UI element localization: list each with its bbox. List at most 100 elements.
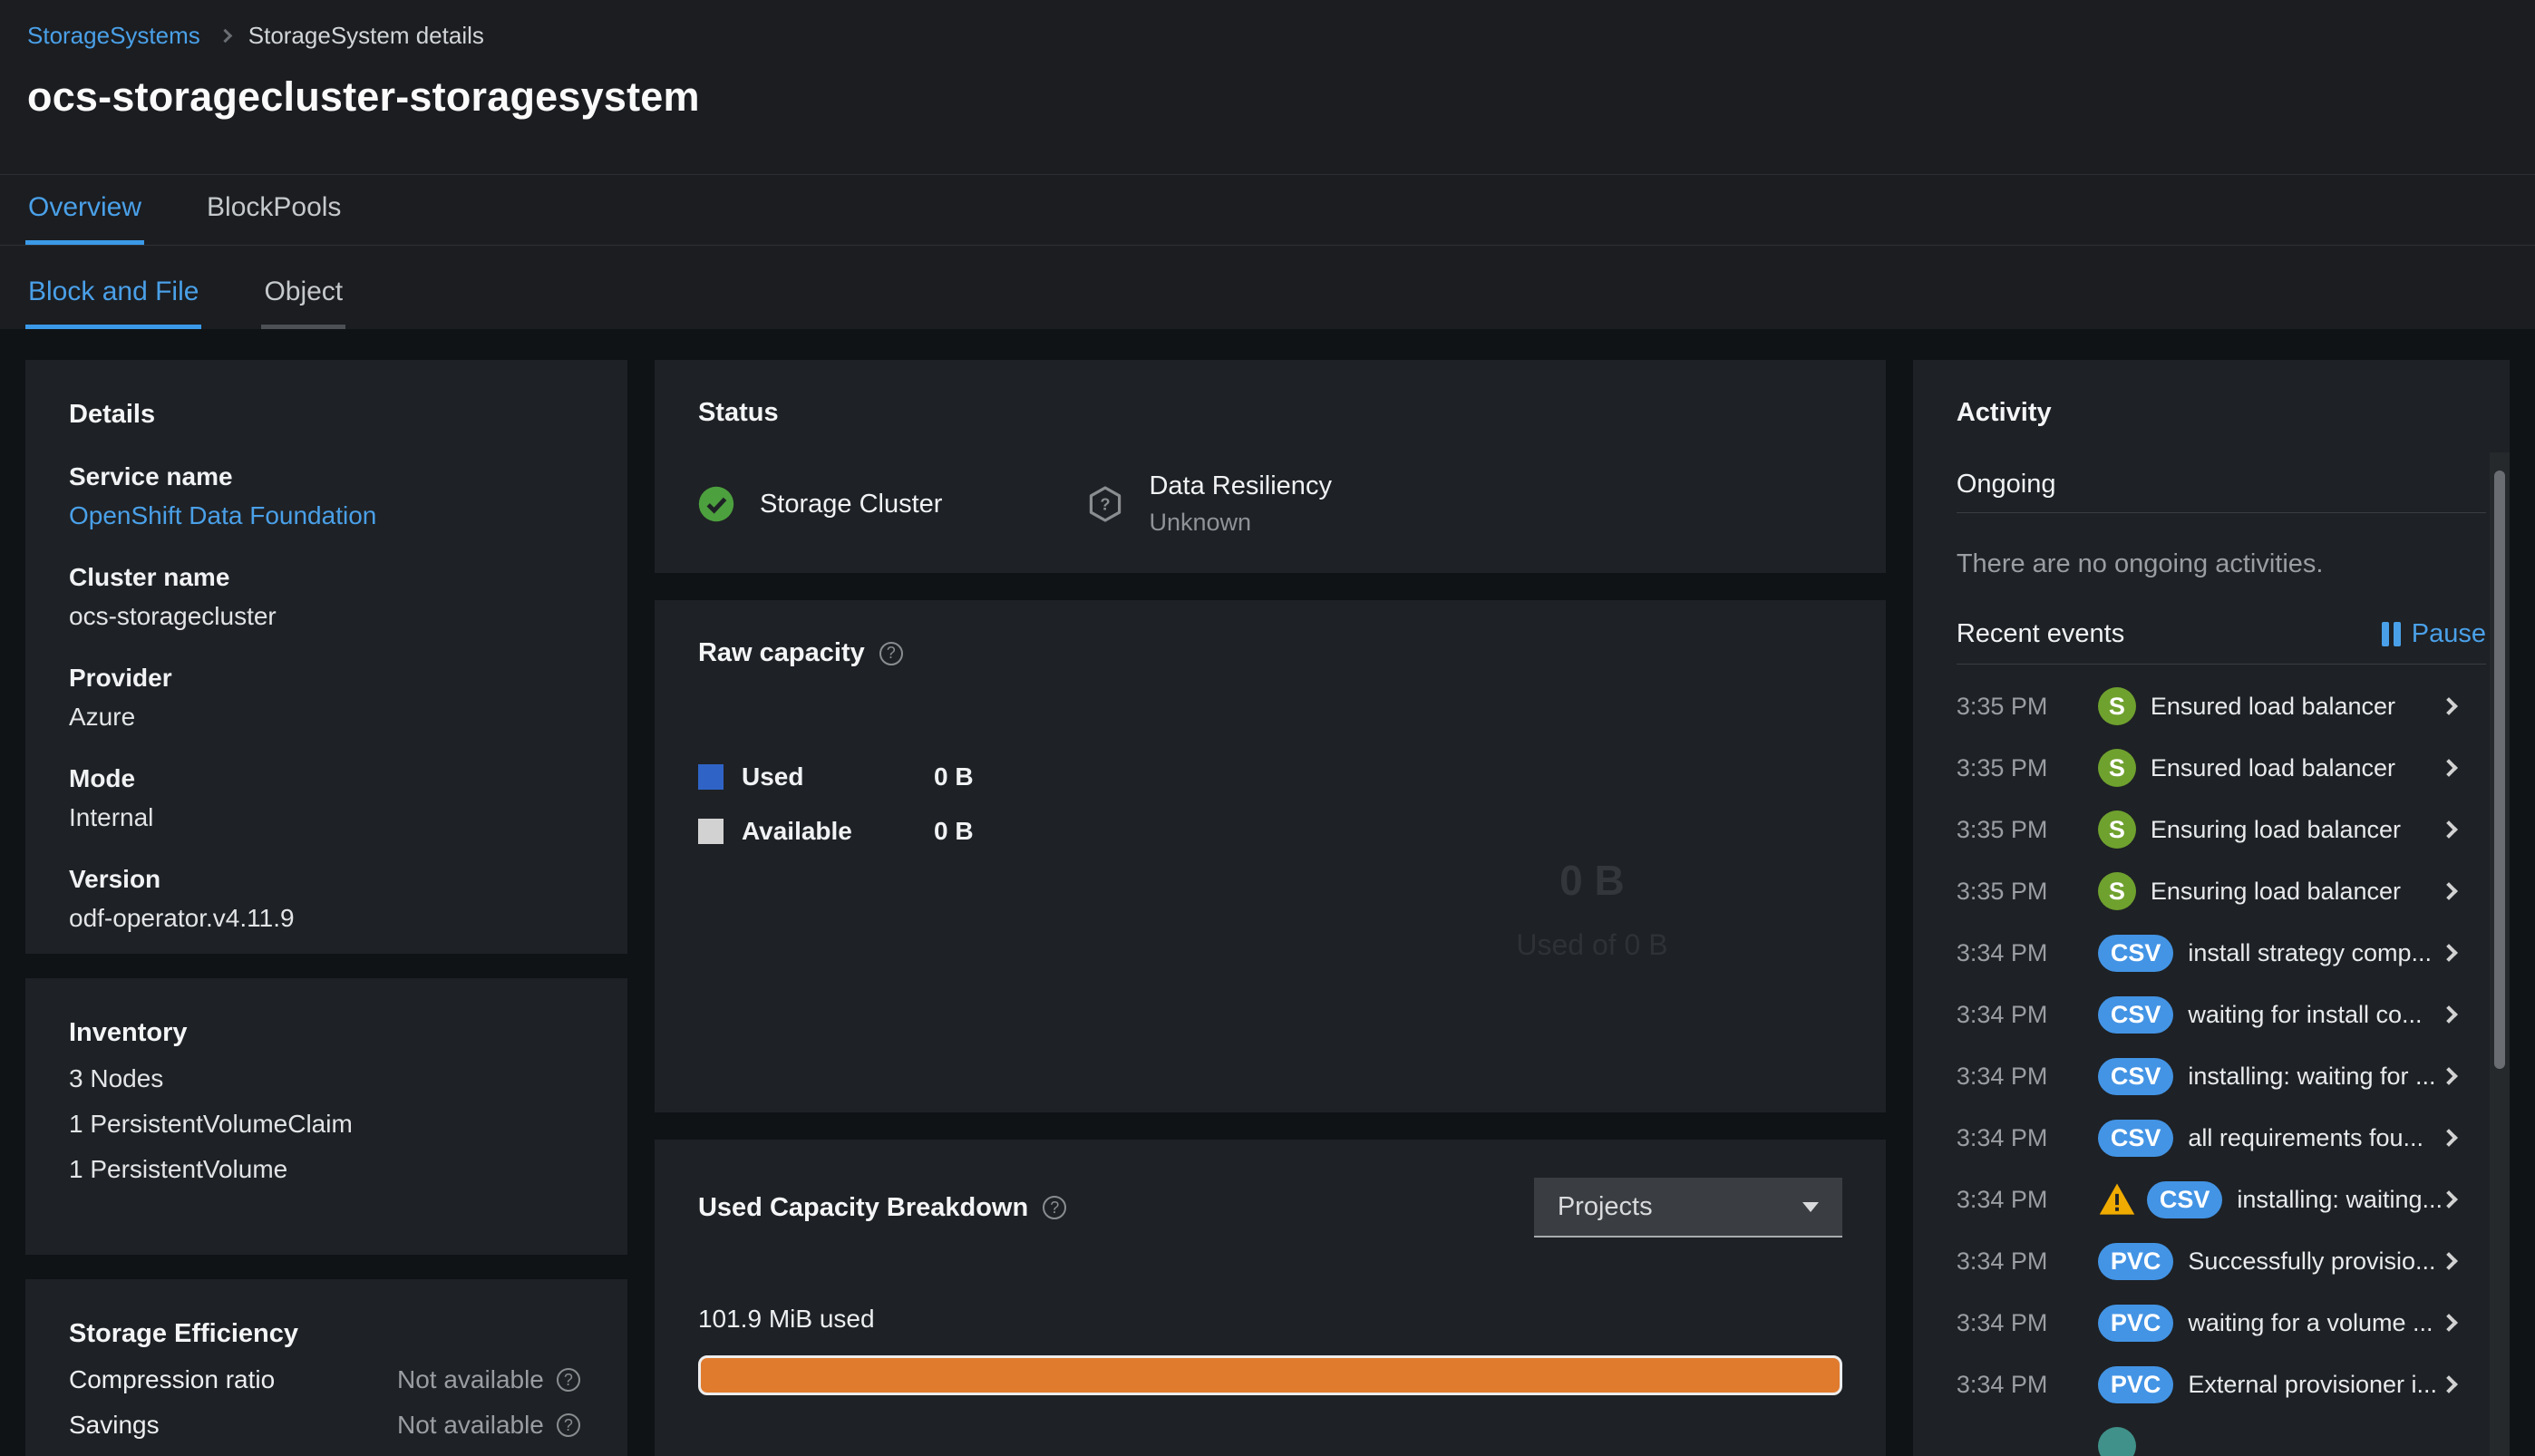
csv-badge: CSV [2097,934,2174,972]
donut-caption: Used of 0 B [1516,928,1668,961]
event-time: 3:34 PM [1956,1308,2048,1336]
event-row[interactable]: 3:35 PM S Ensuring load balancer [1957,799,2486,860]
field-label: Mode [69,764,136,792]
events-list: 3:35 PM S Ensured load balancer 3:35 PM … [1957,675,2486,1456]
field-value: Internal [69,803,154,831]
unknown-icon: ? [1090,486,1122,522]
activity-scrollbar-track[interactable] [2490,452,2510,1456]
help-icon[interactable]: ? [879,641,903,665]
event-time: 3:35 PM [1956,753,2048,781]
data-resiliency-status: ? Data Resiliency Unknown [1087,471,1332,537]
row-label: Compression ratio [69,1365,276,1393]
inventory-item: 1 PersistentVolumeClaim [69,1110,353,1138]
field-label: Provider [69,664,172,692]
chevron-right-icon [2440,1314,2458,1332]
raw-capacity-title: Raw capacity [697,638,865,667]
event-row[interactable]: 3:35 PM S Ensuring load balancer [1957,860,2486,922]
status-sub-value: Unknown [1149,509,1252,536]
pvc-badge: PVC [2097,1242,2174,1280]
used-capacity-breakdown-card: Used Capacity Breakdown ? Projects 101.9… [654,1140,1886,1456]
event-time: 3:35 PM [1956,877,2048,905]
chevron-right-icon [2440,1129,2458,1147]
field-value: Azure [69,703,136,731]
tab-overview[interactable]: Overview [25,192,145,245]
details-card: Details Service name OpenShift Data Foun… [25,360,627,954]
details-title: Details [69,400,156,429]
event-row[interactable]: 3:34 PM CSV waiting for install co... [1957,984,2486,1045]
row-value: Not available [397,1365,544,1393]
event-message: waiting for install co... [2188,1000,2423,1028]
csv-badge: CSV [2097,995,2174,1034]
donut-value: 0 B [1559,857,1625,904]
used-capacity-text: 101.9 MiB used [697,1305,875,1333]
event-time: 3:34 PM [1956,938,2048,966]
event-time: 3:34 PM [1956,1370,2048,1398]
left-column: Details Service name OpenShift Data Foun… [25,360,627,1456]
capacity-breakdown-bar [697,1355,1842,1395]
compression-ratio-row: Compression ratio Not available ? [69,1365,584,1394]
chevron-right-icon [2440,882,2458,900]
breakdown-by-dropdown[interactable]: Projects [1533,1178,1842,1238]
event-time: 3:34 PM [1956,1062,2048,1090]
used-swatch [697,764,724,790]
legend-value: 0 B [933,762,974,791]
page-title: ocs-storagecluster-storagesystem [27,73,700,120]
event-row[interactable]: 3:35 PM S Ensured load balancer [1957,737,2486,799]
event-row[interactable]: 3:34 PM PVC External provisioner i... [1957,1354,2486,1415]
storage-efficiency-card: Storage Efficiency Compression ratio Not… [25,1279,627,1456]
storage-efficiency-title: Storage Efficiency [69,1319,299,1348]
subtab-block-and-file[interactable]: Block and File [25,277,202,329]
event-message: all requirements fou... [2188,1123,2423,1151]
sub-tabs: Block and File Object [0,246,2535,329]
chevron-right-icon [2440,820,2458,839]
event-row[interactable]: 3:34 PM CSV install strategy comp... [1957,922,2486,984]
breadcrumb-link-storagesystems[interactable]: StorageSystems [27,22,200,50]
ongoing-section-title: Ongoing [1956,470,2486,513]
event-row-partial[interactable] [1957,1415,2486,1456]
event-message: Ensuring load balancer [2150,877,2402,905]
event-message: Ensured load balancer [2150,753,2396,781]
dropdown-selected-value: Projects [1557,1191,1653,1221]
subtab-object[interactable]: Object [261,277,346,329]
chevron-right-icon [2440,759,2458,777]
pause-events-button[interactable]: Pause [2381,619,2486,649]
svg-text:?: ? [1101,494,1111,513]
event-row[interactable]: 3:34 PM CSV all requirements fou... [1957,1107,2486,1169]
event-message: External provisioner i... [2188,1370,2437,1398]
pod-badge [2097,1427,2136,1456]
activity-card: Activity Ongoing There are no ongoing ac… [1912,360,2510,1456]
csv-badge: CSV [2097,1057,2174,1095]
event-row[interactable]: 3:34 PM PVC waiting for a volume ... [1957,1292,2486,1354]
legend-label: Used [741,762,804,791]
pvc-badge: PVC [2097,1304,2174,1342]
page-header: StorageSystems StorageSystem details ocs… [0,0,2535,175]
help-icon[interactable]: ? [1043,1196,1067,1219]
event-row[interactable]: 3:34 PM CSV installing: waiting... [1957,1169,2486,1230]
event-message: Successfully provisio... [2188,1247,2436,1275]
row-value: Not available [397,1411,544,1439]
csv-badge: CSV [2146,1180,2223,1218]
service-name-link[interactable]: OpenShift Data Foundation [69,501,584,530]
event-message: installing: waiting... [2237,1185,2443,1213]
help-icon[interactable]: ? [556,1368,580,1392]
right-column: Activity Ongoing There are no ongoing ac… [1912,360,2510,1456]
legend-value: 0 B [933,817,974,845]
nodes-link[interactable]: 3 Nodes [69,1064,584,1093]
event-row[interactable]: 3:34 PM CSV installing: waiting for ... [1957,1045,2486,1107]
event-row[interactable]: 3:34 PM PVC Successfully provisio... [1957,1230,2486,1292]
event-row[interactable]: 3:35 PM S Ensured load balancer [1957,675,2486,737]
chevron-right-icon [2440,697,2458,715]
breadcrumb: StorageSystems StorageSystem details [27,22,2535,50]
activity-scrollbar-thumb[interactable] [2494,471,2505,1069]
available-swatch [697,819,724,844]
chevron-right-icon [2440,1190,2458,1208]
inventory-title: Inventory [69,1018,188,1047]
pvc-badge: PVC [2097,1365,2174,1403]
tab-blockpools[interactable]: BlockPools [204,192,344,245]
help-icon[interactable]: ? [556,1413,580,1437]
csv-badge: CSV [2097,1119,2174,1157]
field-value: ocs-storagecluster [69,602,277,630]
chevron-right-icon [2440,1252,2458,1270]
activity-title: Activity [1956,398,2052,427]
field-label: Cluster name [69,563,230,591]
